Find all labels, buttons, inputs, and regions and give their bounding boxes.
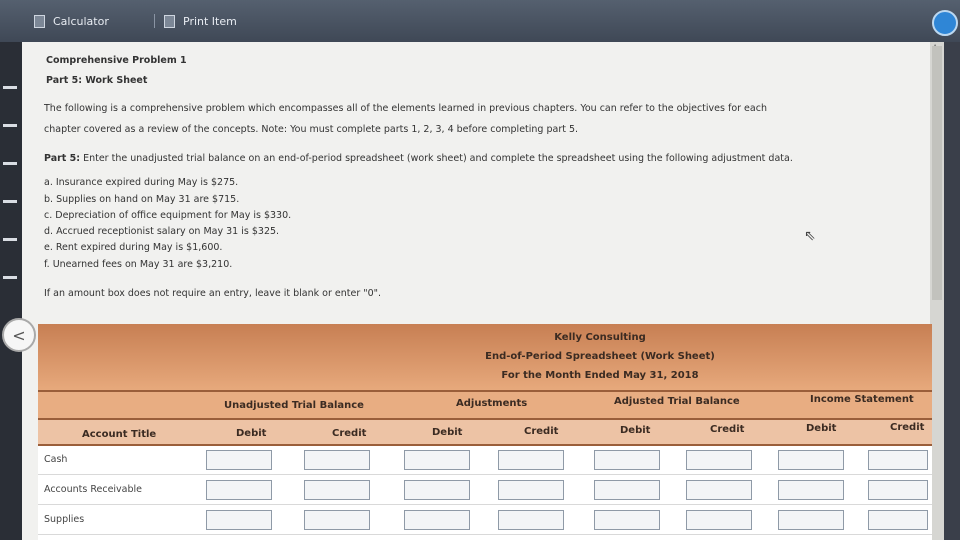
atb-credit-header: Credit — [710, 424, 745, 435]
adjustment-c: c. Depreciation of office equipment for … — [44, 210, 292, 221]
adj-credit-input[interactable] — [498, 450, 564, 470]
utb-credit-input[interactable] — [304, 510, 370, 530]
account-supplies: Supplies — [44, 514, 85, 525]
vertical-scrollbar[interactable]: ▲ — [930, 42, 944, 540]
adjustment-e: e. Rent expired during May is $1,600. — [44, 242, 223, 253]
adj-debit-input[interactable] — [404, 510, 470, 530]
adj-credit-input[interactable] — [498, 480, 564, 500]
back-arrow-icon[interactable]: < — [2, 318, 36, 352]
account-accounts-receivable: Accounts Receivable — [44, 484, 143, 495]
atb-credit-input[interactable] — [686, 510, 752, 530]
company-name: Kelly Consulting — [554, 332, 646, 343]
atb-debit-input[interactable] — [594, 510, 660, 530]
print-item-button[interactable]: Print Item — [164, 12, 237, 30]
utb-credit-input[interactable] — [304, 450, 370, 470]
atb-credit-input[interactable] — [686, 480, 752, 500]
adj-debit-header: Debit — [432, 427, 463, 438]
entry-instruction: If an amount box does not require an ent… — [44, 288, 382, 299]
account-cash: Cash — [44, 454, 68, 465]
adjustment-f: f. Unearned fees on May 31 are $3,210. — [44, 259, 233, 270]
atb-debit-input[interactable] — [594, 450, 660, 470]
is-debit-input[interactable] — [778, 450, 844, 470]
part-heading: Part 5: Work Sheet — [46, 75, 148, 86]
group-adjustments: Adjustments — [456, 398, 528, 409]
adj-credit-input[interactable] — [498, 510, 564, 530]
atb-debit-header: Debit — [620, 425, 651, 436]
is-credit-input[interactable] — [868, 480, 928, 500]
is-credit-input[interactable] — [868, 510, 928, 530]
adjustment-b: b. Supplies on hand on May 31 are $715. — [44, 194, 240, 205]
part5-instructions: Part 5: Enter the unadjusted trial balan… — [44, 153, 793, 164]
column-group-header: Unadjusted Trial Balance Adjustments Adj… — [38, 390, 932, 418]
worksheet-table: Kelly Consulting End-of-Period Spreadshe… — [38, 324, 932, 540]
table-row: Cash — [38, 446, 932, 475]
is-debit-input[interactable] — [778, 480, 844, 500]
intro-line-2: chapter covered as a review of the conce… — [44, 124, 579, 135]
atb-debit-input[interactable] — [594, 480, 660, 500]
utb-debit-header: Debit — [236, 428, 267, 439]
utb-credit-header: Credit — [332, 428, 367, 439]
table-row: Supplies — [38, 506, 932, 535]
scrollbar-thumb[interactable] — [932, 46, 942, 300]
group-income-statement: Income Statement — [810, 394, 914, 405]
calculator-label: Calculator — [53, 14, 109, 28]
intro-line-1: The following is a comprehensive problem… — [44, 103, 767, 114]
utb-debit-input[interactable] — [206, 450, 272, 470]
atb-credit-input[interactable] — [686, 450, 752, 470]
part5-label: Part 5: — [44, 153, 81, 164]
group-adjusted: Adjusted Trial Balance — [614, 396, 740, 407]
adjustment-d: d. Accrued receptionist salary on May 31… — [44, 226, 280, 237]
worksheet-period: For the Month Ended May 31, 2018 — [501, 370, 699, 381]
is-debit-input[interactable] — [778, 510, 844, 530]
is-debit-header: Debit — [806, 423, 837, 434]
calculator-button[interactable]: Calculator — [34, 12, 109, 30]
print-icon — [164, 14, 175, 28]
is-credit-header: Credit — [890, 422, 925, 433]
utb-debit-input[interactable] — [206, 480, 272, 500]
calculator-icon — [34, 14, 45, 28]
worksheet-body: Cash Accounts Receivable Supplies — [38, 446, 932, 540]
toolbar: Calculator Print Item — [0, 0, 960, 42]
column-header: Account Title Debit Credit Debit Credit … — [38, 418, 932, 446]
utb-credit-input[interactable] — [304, 480, 370, 500]
is-credit-input[interactable] — [868, 450, 928, 470]
adj-debit-input[interactable] — [404, 450, 470, 470]
table-row: Accounts Receivable — [38, 476, 932, 505]
print-item-label: Print Item — [183, 14, 237, 28]
worksheet-header: Kelly Consulting End-of-Period Spreadshe… — [38, 324, 932, 390]
left-edge — [0, 42, 24, 540]
utb-debit-input[interactable] — [206, 510, 272, 530]
adj-credit-header: Credit — [524, 426, 559, 437]
part5-text: Enter the unadjusted trial balance on an… — [83, 153, 793, 164]
adj-debit-input[interactable] — [404, 480, 470, 500]
toolbar-divider — [154, 14, 155, 28]
group-unadjusted: Unadjusted Trial Balance — [224, 400, 364, 411]
mouse-cursor-icon: ⇖ — [804, 228, 816, 244]
worksheet-title: End-of-Period Spreadsheet (Work Sheet) — [485, 351, 715, 362]
problem-title: Comprehensive Problem 1 — [46, 55, 187, 66]
adjustment-a: a. Insurance expired during May is $275. — [44, 177, 239, 188]
account-title-header: Account Title — [82, 429, 157, 440]
help-icon[interactable] — [932, 10, 958, 36]
